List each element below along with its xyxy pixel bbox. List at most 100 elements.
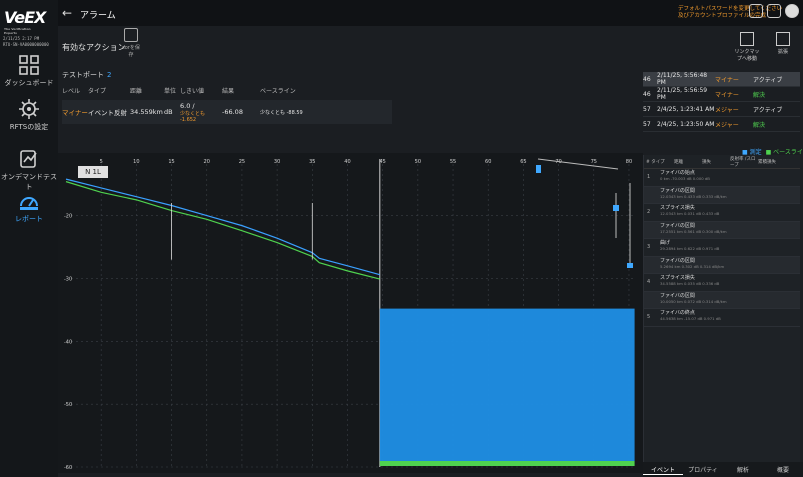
x-tick-label: 80	[626, 159, 632, 165]
list-item[interactable]: 46 2/11/25, 5:56:48 PM マイナー アクティブ	[643, 72, 800, 87]
table-row[interactable]: 2 スプライス損失 12.0343 km 0.031 dB 0.433 dB	[644, 204, 800, 222]
otdr-trace-chart[interactable]: 5101520253035404550556065707580-20-30-40…	[58, 153, 643, 473]
tab-summary[interactable]: 概要	[763, 465, 803, 474]
event-details: 12.0343 km 0.433 dB 0.333 dB/km	[660, 193, 727, 199]
test-port-panel: テストポート 2 レベル タイプ 距離 単位 しきい値 結果 ベースライン マイナ…	[62, 70, 392, 130]
event-name: ファイバの区間	[660, 187, 695, 194]
event-number: 3	[647, 244, 651, 250]
event-number: 2	[647, 209, 651, 215]
event-details: 34.5588 km 0.035 dB 0.336 dB	[660, 281, 720, 286]
test-port-label: テストポート	[62, 71, 104, 79]
event-number: 5	[647, 314, 651, 320]
event-name: ファイバの区間	[660, 222, 695, 229]
header-icons	[749, 4, 799, 18]
x-tick-label: 35	[309, 159, 315, 165]
x-tick-label: 10	[133, 159, 139, 165]
bottom-tabs: イベント プロパティ 解析 概要	[643, 462, 803, 477]
event-details: 44.5638 km -15.07 dB 0.971 dB	[660, 316, 721, 321]
table-row[interactable]: 4 スプライス損失 34.5588 km 0.035 dB 0.336 dB	[644, 274, 800, 292]
event-details: 10.0050 km 0.072 dB 0.314 dB/km	[660, 298, 727, 304]
x-tick-label: 65	[520, 159, 526, 165]
x-tick-label: 5	[100, 159, 103, 165]
baseline-noise-band	[379, 461, 635, 466]
noise-floor-region	[379, 308, 635, 461]
y-tick-label: -20	[64, 214, 72, 220]
vertical-zoom-handle-b	[627, 263, 633, 268]
chat-icon[interactable]	[749, 4, 763, 18]
x-tick-label: 45	[379, 159, 385, 165]
y-tick-label: -60	[64, 465, 72, 471]
trace-svg[interactable]: 5101520253035404550556065707580-20-30-40…	[58, 153, 643, 473]
sidebar-item-on-demand-test[interactable]: オンデマンドテスト	[0, 148, 58, 192]
y-tick-label: -30	[64, 276, 72, 282]
list-item[interactable]: 46 2/11/25, 5:56:59 PM マイナー 解決	[643, 87, 800, 102]
tab-properties[interactable]: プロパティ	[683, 465, 723, 474]
report-gauge-icon	[20, 197, 38, 210]
tab-analysis[interactable]: 解析	[723, 465, 763, 474]
link-map-button[interactable]: リンクマップへ移動	[733, 32, 761, 62]
view-tools: リンクマップへ移動 拡張	[733, 32, 797, 62]
x-tick-label: 60	[485, 159, 491, 165]
test-port-columns: レベル タイプ 距離 単位 しきい値 結果 ベースライン	[62, 88, 296, 95]
event-name: ファイバの区間	[660, 257, 695, 264]
on-demand-test-icon	[20, 150, 37, 168]
table-row[interactable]: ファイバの区間 12.0343 km 0.433 dB 0.333 dB/km	[644, 186, 800, 204]
event-table-body: 1 ファイバの始点 0 km -70.003 dB 0.000 dB ファイバの区間 1…	[644, 169, 800, 327]
list-item[interactable]: 57 2/4/25, 1:23:41 AM メジャー アクティブ	[643, 102, 800, 117]
event-name: ファイバの区間	[660, 292, 695, 299]
x-tick-label: 40	[344, 159, 350, 165]
event-details: 17.2551 km 0.561 dB 0.300 dB/km	[660, 228, 727, 234]
trace-chip[interactable]: N 1L	[78, 166, 108, 178]
sidebar-item-rfts-settings[interactable]: RFTSの設定	[0, 98, 58, 132]
actions-bar: 有効なアクション sorを保存 リンクマップへ移動 拡張	[58, 26, 803, 68]
event-details: 12.0343 km 0.031 dB 0.433 dB	[660, 211, 720, 216]
event-details: 29.2894 km 0.622 dB 0.971 dB	[660, 246, 720, 251]
table-row[interactable]: 3 曲げ 29.2894 km 0.622 dB 0.971 dB	[644, 239, 800, 257]
notification-icon[interactable]	[767, 4, 781, 18]
x-tick-label: 20	[204, 159, 210, 165]
dashboard-icon	[19, 55, 39, 75]
expand-button[interactable]: 拡張	[769, 32, 797, 62]
event-table-panel: # タイプ 距離 損失 反射率 /スロープ 累積損失 1 ファイバの始点 0 km -70.…	[643, 155, 800, 473]
device-info: 2/11/25 2:17 PM RTU-SN-VA0000000000	[3, 36, 49, 47]
vertical-zoom-handle-a	[613, 205, 619, 211]
table-row[interactable]: ファイバの区間 5.2694 km 0.302 dB 0.314 dB/km	[644, 256, 800, 274]
table-row[interactable]: 1 ファイバの始点 0 km -70.003 dB 0.000 dB	[644, 169, 800, 187]
test-port-number: 2	[107, 71, 112, 79]
test-port-row[interactable]: マイナー イベント反射 34.559km dB 6.0 /少なくとも -1.65…	[62, 100, 392, 124]
save-icon	[124, 28, 138, 42]
x-tick-label: 75	[591, 159, 597, 165]
y-tick-label: -40	[64, 339, 72, 345]
event-number: 1	[647, 174, 651, 180]
page-title: アラーム	[80, 11, 116, 21]
tab-events[interactable]: イベント	[643, 465, 683, 475]
gear-icon	[19, 99, 39, 119]
event-table-header: # タイプ 距離 損失 反射率 /スロープ 累積損失	[644, 155, 800, 169]
user-avatar[interactable]	[785, 4, 799, 18]
sidebar-item-report[interactable]: レポート	[0, 190, 58, 224]
actions-label: 有効なアクション	[62, 43, 126, 52]
list-item[interactable]: 57 2/4/25, 1:23:50 AM メジャー 解決	[643, 117, 800, 132]
y-tick-label: -50	[64, 402, 72, 408]
x-tick-label: 15	[168, 159, 174, 165]
alarm-event-list: 46 2/11/25, 5:56:48 PM マイナー アクティブ 46 2/11/25…	[643, 72, 800, 136]
table-row[interactable]: ファイバの区間 17.2551 km 0.561 dB 0.300 dB/km	[644, 221, 800, 239]
table-row[interactable]: 5 ファイバの終点 44.5638 km -15.07 dB 0.971 dB	[644, 309, 800, 327]
sidebar: VeEX The Verification Experts 2/11/25 2:…	[0, 0, 58, 477]
x-tick-label: 25	[239, 159, 245, 165]
link-map-icon	[740, 32, 754, 46]
horizontal-zoom-handle	[536, 165, 541, 173]
event-details: 0 km -70.003 dB 0.000 dB	[660, 176, 710, 181]
table-row[interactable]: ファイバの区間 10.0050 km 0.072 dB 0.314 dB/km	[644, 291, 800, 309]
x-tick-label: 30	[274, 159, 280, 165]
baseline-trace-line	[65, 181, 380, 280]
horizontal-zoom-track	[537, 158, 619, 170]
back-arrow-icon[interactable]: ←	[62, 6, 72, 20]
sidebar-item-dashboard[interactable]: ダッシュボード	[0, 54, 58, 88]
save-sor-button[interactable]: sorを保存	[120, 28, 142, 58]
brand-logo: VeEX The Verification Experts	[4, 8, 46, 35]
app-root: VeEX The Verification Experts 2/11/25 2:…	[0, 0, 803, 477]
event-number: 4	[647, 279, 651, 285]
expand-icon	[776, 32, 790, 46]
top-header: ← アラーム デフォルトパスワードを変更してください 及びアカウントプロファイル…	[58, 0, 803, 26]
